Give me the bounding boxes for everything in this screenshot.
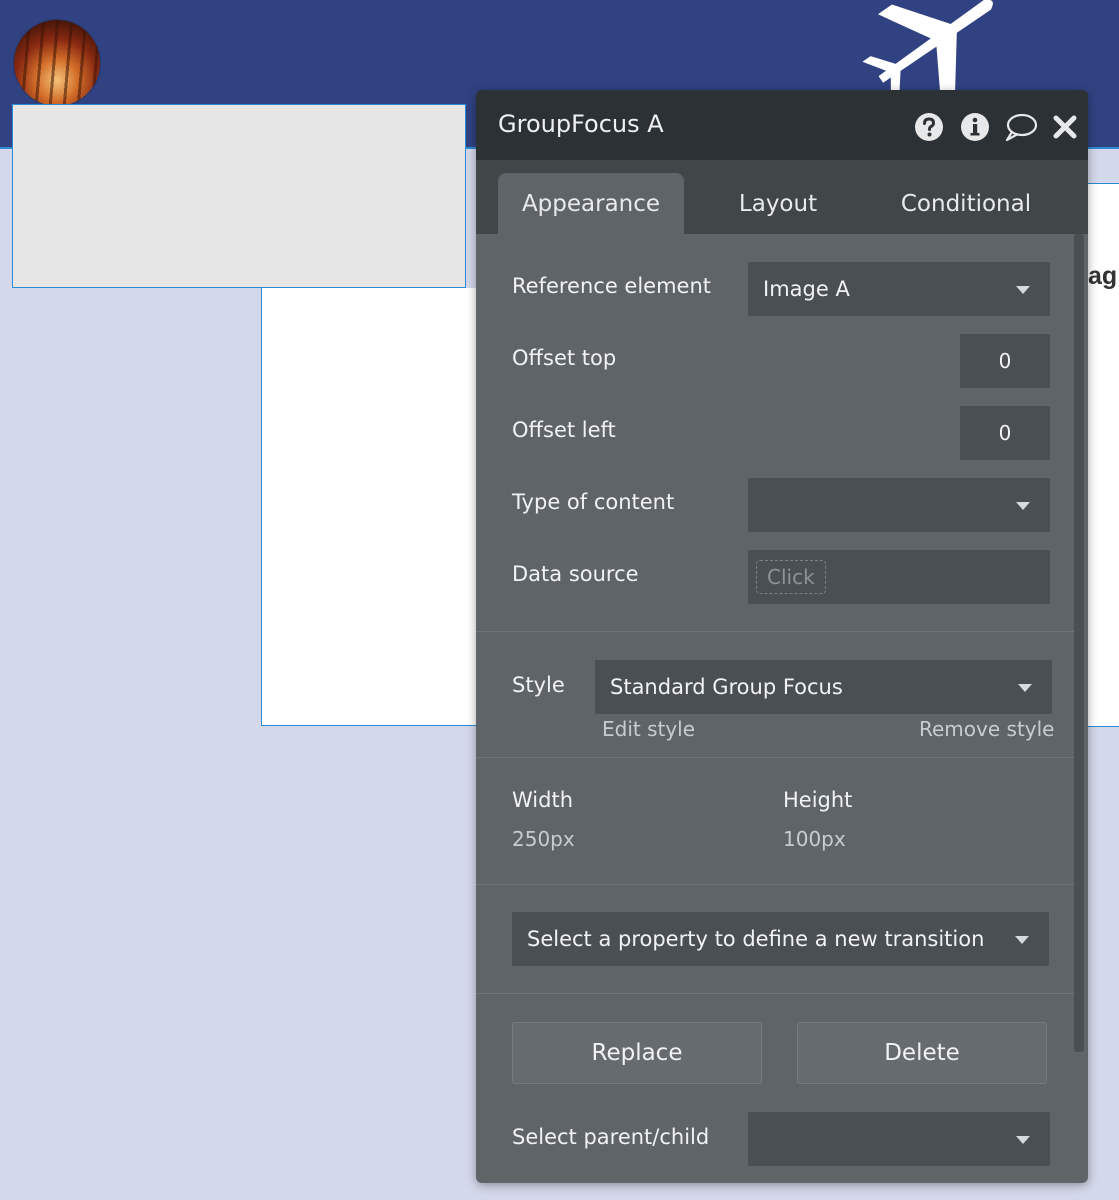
tab-bar: Appearance Layout Conditional	[476, 160, 1088, 234]
property-editor-panel: GroupFocus A Appearance Layout Condition…	[476, 90, 1088, 1183]
offset-top-label: Offset top	[512, 346, 617, 370]
tab-appearance[interactable]: Appearance	[498, 173, 684, 234]
width-label: Width	[512, 788, 574, 812]
canvas-group-element[interactable]	[261, 288, 503, 726]
remove-style-link[interactable]: Remove style	[919, 717, 1054, 741]
tab-conditional[interactable]: Conditional	[876, 173, 1056, 234]
help-icon[interactable]	[914, 112, 944, 142]
chevron-down-icon	[1016, 502, 1030, 510]
chevron-down-icon	[1016, 286, 1030, 294]
type-of-content-dropdown[interactable]	[748, 478, 1050, 532]
comment-icon[interactable]	[1004, 112, 1038, 142]
panel-scrollbar[interactable]	[1074, 234, 1084, 1052]
group-focus-element[interactable]	[12, 104, 466, 288]
edit-style-link[interactable]: Edit style	[602, 717, 695, 741]
style-dropdown[interactable]: Standard Group Focus	[595, 660, 1052, 714]
section-divider	[476, 993, 1074, 994]
section-divider	[476, 757, 1074, 758]
chevron-down-icon	[1018, 684, 1032, 692]
reference-element-label: Reference element	[512, 274, 712, 298]
transition-placeholder: Select a property to define a new transi…	[527, 927, 985, 951]
reference-element-value: Image A	[763, 277, 850, 301]
close-icon[interactable]	[1052, 112, 1078, 142]
section-divider	[476, 631, 1074, 632]
height-label: Height	[783, 788, 853, 812]
offset-top-input[interactable]: 0	[960, 334, 1050, 388]
delete-button[interactable]: Delete	[797, 1022, 1047, 1084]
style-label: Style	[512, 673, 565, 697]
tab-layout[interactable]: Layout	[708, 173, 848, 234]
transition-dropdown[interactable]: Select a property to define a new transi…	[512, 912, 1049, 966]
chevron-down-icon	[1016, 1136, 1030, 1144]
style-value: Standard Group Focus	[610, 675, 843, 699]
select-parent-child-dropdown[interactable]	[748, 1112, 1050, 1166]
info-icon[interactable]	[960, 112, 990, 142]
data-source-field[interactable]: Click	[748, 550, 1050, 604]
select-parent-child-label: Select parent/child	[512, 1125, 710, 1149]
offset-left-label: Offset left	[512, 418, 616, 442]
replace-button[interactable]: Replace	[512, 1022, 762, 1084]
chevron-down-icon	[1015, 936, 1029, 944]
type-of-content-label: Type of content	[512, 490, 675, 514]
width-value[interactable]: 250px	[512, 827, 575, 851]
section-divider	[476, 884, 1074, 885]
autumn-image-avatar[interactable]	[14, 20, 100, 106]
height-value[interactable]: 100px	[783, 827, 846, 851]
canvas-partial-text: ag	[1088, 262, 1118, 290]
offset-left-input[interactable]: 0	[960, 406, 1050, 460]
data-source-label: Data source	[512, 562, 639, 586]
reference-element-dropdown[interactable]: Image A	[748, 262, 1050, 316]
data-source-placeholder[interactable]: Click	[756, 560, 826, 594]
airplane-icon	[862, 0, 993, 100]
panel-title: GroupFocus A	[498, 110, 664, 138]
panel-header: GroupFocus A	[476, 90, 1088, 160]
